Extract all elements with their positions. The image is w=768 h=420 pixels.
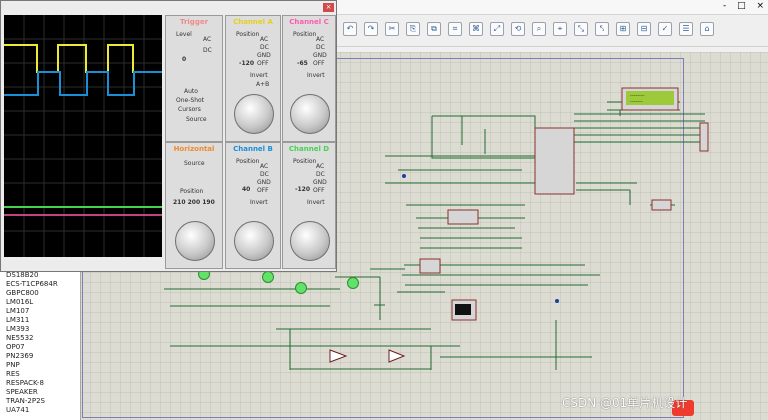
channel-b-position-value: 40 xyxy=(242,186,251,193)
device-item[interactable]: LM311 xyxy=(6,316,29,324)
trigger-one-shot[interactable]: One-Shot xyxy=(176,97,204,104)
device-item[interactable]: UA741 xyxy=(6,406,29,414)
channel-d-position-value: -120 xyxy=(295,186,311,193)
lcd-line-2: ------- xyxy=(630,99,643,105)
device-item[interactable]: LM107 xyxy=(6,307,29,315)
trigger-panel: Trigger Level AC DC 0 Auto One-Shot Curs… xyxy=(165,15,223,142)
horizontal-timebase-knob[interactable] xyxy=(175,221,215,261)
channel-b-title: Channel B xyxy=(233,145,273,153)
device-item[interactable]: NE5532 xyxy=(6,334,33,342)
channel-b-panel: Channel B Position 40 AC DC GND OFF Inve… xyxy=(225,142,281,269)
channel-c-panel: Channel C Position -65 AC DC GND OFF Inv… xyxy=(282,15,336,142)
device-item[interactable]: RESPACK-8 xyxy=(6,379,44,387)
scope-screen xyxy=(4,15,162,257)
device-item[interactable]: LM016L xyxy=(6,298,33,306)
channel-b-volts-knob[interactable] xyxy=(234,221,274,261)
channel-c-ac[interactable]: AC xyxy=(316,36,324,43)
trigger-title: Trigger xyxy=(179,18,209,26)
device-item[interactable]: PNP xyxy=(6,361,20,369)
channel-a-title: Channel A xyxy=(233,18,273,26)
channel-a-ac[interactable]: AC xyxy=(260,36,268,43)
channel-c-dc[interactable]: DC xyxy=(316,44,325,51)
channel-a-position-value: -120 xyxy=(239,60,255,67)
channel-b-gnd[interactable]: GND xyxy=(257,179,271,186)
horizontal-position-value: 210 200 190 xyxy=(173,199,215,206)
device-item[interactable]: DS18B20 xyxy=(6,271,38,279)
channel-d-panel: Channel D Position -120 AC DC GND OFF In… xyxy=(282,142,336,269)
device-list[interactable]: DS18B20 ECS-T1CP684R GBPC800 LM016L LM107 LM3… xyxy=(0,268,81,420)
channel-a-gnd[interactable]: GND xyxy=(257,52,271,59)
oscilloscope-window[interactable]: × Trigger Level AC DC 0 Auto One-Shot Cu… xyxy=(0,0,337,272)
device-item[interactable]: ECS-T1CP684R xyxy=(6,280,58,288)
channel-c-position-value: -65 xyxy=(297,60,308,67)
channel-d-invert[interactable]: Invert xyxy=(307,199,325,206)
channel-a-invert[interactable]: Invert xyxy=(250,72,268,79)
channel-b-ac[interactable]: AC xyxy=(260,163,268,170)
channel-b-off[interactable]: OFF xyxy=(257,187,269,194)
device-item[interactable]: LM393 xyxy=(6,325,29,333)
trigger-level-value: 0 xyxy=(182,56,187,63)
channel-d-ac[interactable]: AC xyxy=(316,163,324,170)
trigger-source: Source xyxy=(186,116,207,123)
channel-d-title: Channel D xyxy=(288,145,330,153)
device-item[interactable]: RES xyxy=(6,370,20,378)
channel-c-position-label: Position xyxy=(293,31,317,38)
channel-c-volts-knob[interactable] xyxy=(290,94,330,134)
scope-close-button[interactable]: × xyxy=(323,3,334,12)
horizontal-title: Horizontal xyxy=(173,145,215,153)
channel-b-dc[interactable]: DC xyxy=(260,171,269,178)
device-item[interactable]: PN2369 xyxy=(6,352,33,360)
probe-2-icon xyxy=(262,271,274,283)
channel-d-position-label: Position xyxy=(293,158,317,165)
channel-a-dc[interactable]: DC xyxy=(260,44,269,51)
channel-b-position-label: Position xyxy=(236,158,260,165)
trigger-ac[interactable]: AC xyxy=(203,36,211,43)
horizontal-position-label: Position xyxy=(180,188,204,195)
trigger-level-label: Level xyxy=(176,31,192,38)
device-item[interactable]: GBPC800 xyxy=(6,289,39,297)
horizontal-panel: Horizontal Source Position 210 200 190 xyxy=(165,142,223,269)
probe-4-icon xyxy=(295,282,307,294)
channel-a-position-label: Position xyxy=(236,31,260,38)
channel-d-gnd[interactable]: GND xyxy=(313,179,327,186)
channel-c-off[interactable]: OFF xyxy=(313,60,325,67)
channel-c-title: Channel C xyxy=(289,18,329,26)
channel-c-gnd[interactable]: GND xyxy=(313,52,327,59)
channel-d-dc[interactable]: DC xyxy=(316,171,325,178)
device-item[interactable]: SPEAKER xyxy=(6,388,38,396)
channel-d-off[interactable]: OFF xyxy=(313,187,325,194)
channel-a-a-plus-b[interactable]: A+B xyxy=(256,81,269,88)
device-item[interactable]: OP07 xyxy=(6,343,25,351)
channel-b-invert[interactable]: Invert xyxy=(250,199,268,206)
probe-3-icon xyxy=(347,277,359,289)
trigger-auto[interactable]: Auto xyxy=(184,88,198,95)
channel-a-panel: Channel A Position -120 AC DC GND OFF In… xyxy=(225,15,281,142)
scope-traces xyxy=(4,15,162,257)
device-item[interactable]: TRAN-2P2S xyxy=(6,397,45,405)
trigger-cursors[interactable]: Cursors xyxy=(178,106,201,113)
horizontal-source: Source xyxy=(184,160,205,167)
channel-a-off[interactable]: OFF xyxy=(257,60,269,67)
channel-d-volts-knob[interactable] xyxy=(290,221,330,261)
channel-a-volts-knob[interactable] xyxy=(234,94,274,134)
watermark: CSDN @01单片机设计 xyxy=(562,396,688,410)
trigger-dc[interactable]: DC xyxy=(203,47,212,54)
channel-c-invert[interactable]: Invert xyxy=(307,72,325,79)
